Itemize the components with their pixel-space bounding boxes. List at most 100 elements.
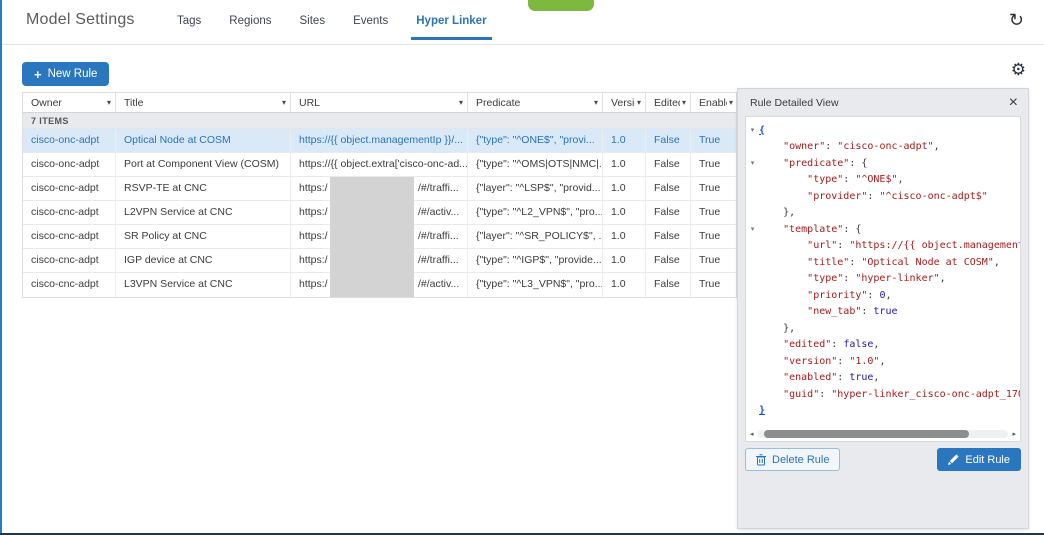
trash-icon	[756, 453, 766, 465]
scroll-right-icon[interactable]: ▸	[1008, 430, 1016, 438]
code-line: },	[746, 320, 1020, 337]
json-code-viewer[interactable]: ▾ { "owner": "cisco-onc-adpt", ▾ "predic…	[745, 116, 1021, 442]
url-prefix: https:/	[299, 230, 328, 242]
cell-enabled: True	[699, 230, 721, 242]
delete-rule-label: Delete Rule	[772, 453, 830, 466]
cell-title: Port at Component View (COSM)	[116, 153, 291, 176]
table-header-row: Owner ▾ Title ▾ URL ▾ Predicate ▾ Versi …	[23, 93, 736, 113]
tab[interactable]: Hyper Linker	[411, 15, 492, 40]
cell-owner: cisco-cnc-adpt	[23, 273, 116, 297]
fold-arrow-icon[interactable]: ▾	[751, 160, 755, 167]
horizontal-scrollbar[interactable]: ◂ ▸	[750, 429, 1016, 439]
code-line-text: "guid": "hyper-linker_cisco-onc-adpt_170…	[783, 388, 1021, 400]
code-line: "provider": "^cisco-onc-adpt$"	[746, 188, 1020, 205]
code-line: },	[746, 205, 1020, 222]
tab[interactable]: Events	[348, 15, 393, 40]
column-header[interactable]: URL ▾	[291, 93, 468, 112]
code-line-text: "owner": "cisco-onc-adpt",	[783, 141, 940, 153]
chevron-down-icon[interactable]: ▾	[682, 98, 686, 107]
column-header[interactable]: Title ▾	[116, 93, 291, 112]
cell-version: 1.0	[603, 153, 646, 176]
cell-title: RSVP-TE at CNC	[116, 177, 291, 200]
edit-rule-button[interactable]: Edit Rule	[937, 448, 1021, 471]
scroll-left-icon[interactable]: ◂	[750, 430, 758, 438]
chevron-down-icon[interactable]: ▾	[459, 98, 463, 107]
code-line-text: "title": "Optical Node at COSM",	[807, 256, 1000, 268]
cell-owner: cisco-cnc-adpt	[23, 177, 116, 200]
cell-url: https://{{ object.extra['cisco-onc-ad...	[291, 153, 468, 176]
code-lines: ▾ { "owner": "cisco-onc-adpt", ▾ "predic…	[746, 117, 1020, 419]
refresh-icon[interactable]: ↻	[1009, 9, 1024, 31]
pencil-icon	[948, 454, 959, 465]
delete-rule-button[interactable]: Delete Rule	[745, 448, 841, 471]
code-line-text: {	[759, 124, 766, 136]
gear-icon[interactable]: ⚙	[1011, 60, 1026, 80]
tab[interactable]: Sites	[295, 15, 331, 40]
table-row[interactable]: cisco-onc-adpt Port at Component View (C…	[23, 153, 736, 177]
plus-icon: +	[34, 66, 42, 82]
chevron-down-icon[interactable]: ▾	[729, 98, 733, 107]
code-line-text: "type": "^ONE$",	[807, 174, 904, 186]
chevron-down-icon[interactable]: ▾	[594, 98, 598, 107]
panel-footer: Delete Rule Edit Rule	[738, 442, 1028, 471]
column-header[interactable]: Owner ▾	[23, 93, 116, 112]
column-header[interactable]: Enabled ▾	[691, 93, 737, 112]
cell-owner: cisco-cnc-adpt	[23, 249, 116, 272]
code-line: "url": "https://{{ object.managementIp }…	[746, 238, 1020, 255]
table-row[interactable]: cisco-onc-adpt Optical Node at COSM http…	[23, 129, 736, 153]
fold-gutter[interactable]: ▾	[746, 225, 759, 233]
cell-predicate: {"type": "^L3_VPN$", "pro...	[468, 273, 603, 297]
code-line: "version": "1.0",	[746, 353, 1020, 370]
cell-predicate: {"layer": "^LSP$", "provid...	[468, 177, 603, 200]
fold-arrow-icon[interactable]: ▾	[751, 226, 755, 233]
cell-owner: cisco-cnc-adpt	[23, 225, 116, 248]
code-line-text: "provider": "^cisco-onc-adpt$"	[807, 190, 988, 202]
cell-enabled: True	[699, 254, 721, 266]
code-line-text: "template": {	[783, 223, 862, 235]
column-header[interactable]: Predicate ▾	[468, 93, 603, 112]
chevron-down-icon[interactable]: ▾	[637, 98, 641, 107]
chevron-down-icon[interactable]: ▾	[282, 98, 286, 107]
tab[interactable]: Regions	[224, 15, 276, 40]
url-prefix: https://{{ object.extra['cisco-onc-ad...	[299, 158, 468, 170]
column-label: Version	[611, 96, 635, 109]
page-title: Model Settings	[26, 11, 135, 28]
tab[interactable]: Tags	[172, 15, 206, 40]
code-line: "guid": "hyper-linker_cisco-onc-adpt_170…	[746, 386, 1020, 403]
column-header[interactable]: Edited ▾	[646, 93, 691, 112]
fold-gutter[interactable]: ▾	[746, 159, 759, 167]
app-window: Model Settings Tags Regions Sites Events…	[0, 0, 1044, 535]
chevron-down-icon[interactable]: ▾	[107, 98, 111, 107]
edit-rule-label: Edit Rule	[965, 453, 1010, 466]
scrollbar-thumb[interactable]	[764, 430, 969, 438]
cell-version: 1.0	[603, 249, 646, 272]
header-divider	[0, 44, 1044, 45]
cell-enabled: True	[699, 134, 721, 146]
code-line-text: "type": "hyper-linker",	[807, 273, 946, 285]
items-count: 7 ITEMS	[23, 113, 736, 129]
code-line: "new_tab": true	[746, 304, 1020, 321]
fold-arrow-icon[interactable]: ▾	[751, 127, 755, 134]
url-suffix: /#/traffi...	[418, 254, 459, 266]
close-icon[interactable]: ×	[1009, 94, 1018, 111]
cell-predicate: {"type": "^OMS|OTS|NMC|...	[468, 153, 603, 176]
new-rule-button[interactable]: + New Rule	[22, 62, 110, 86]
cell-enabled: True	[699, 278, 721, 290]
rule-detail-panel: Rule Detailed View × ▾ { "owner": "cisco…	[737, 88, 1029, 529]
notification-toast	[528, 0, 594, 11]
scrollbar-track[interactable]	[758, 430, 1008, 438]
cell-title: Optical Node at COSM	[116, 129, 291, 152]
code-line: "priority": 0,	[746, 287, 1020, 304]
code-line: "type": "hyper-linker",	[746, 271, 1020, 288]
cell-title: SR Policy at CNC	[116, 225, 291, 248]
fold-gutter[interactable]: ▾	[746, 126, 759, 134]
code-line: "title": "Optical Node at COSM",	[746, 254, 1020, 271]
cell-version: 1.0	[603, 225, 646, 248]
column-header[interactable]: Version ▾	[603, 93, 646, 112]
rules-table: Owner ▾ Title ▾ URL ▾ Predicate ▾ Versi …	[22, 92, 737, 298]
cell-title: L3VPN Service at CNC	[116, 273, 291, 297]
code-line: "enabled": true,	[746, 370, 1020, 387]
url-suffix: /#/activ...	[418, 278, 460, 290]
cell-version: 1.0	[603, 201, 646, 224]
column-label: URL	[299, 96, 321, 109]
